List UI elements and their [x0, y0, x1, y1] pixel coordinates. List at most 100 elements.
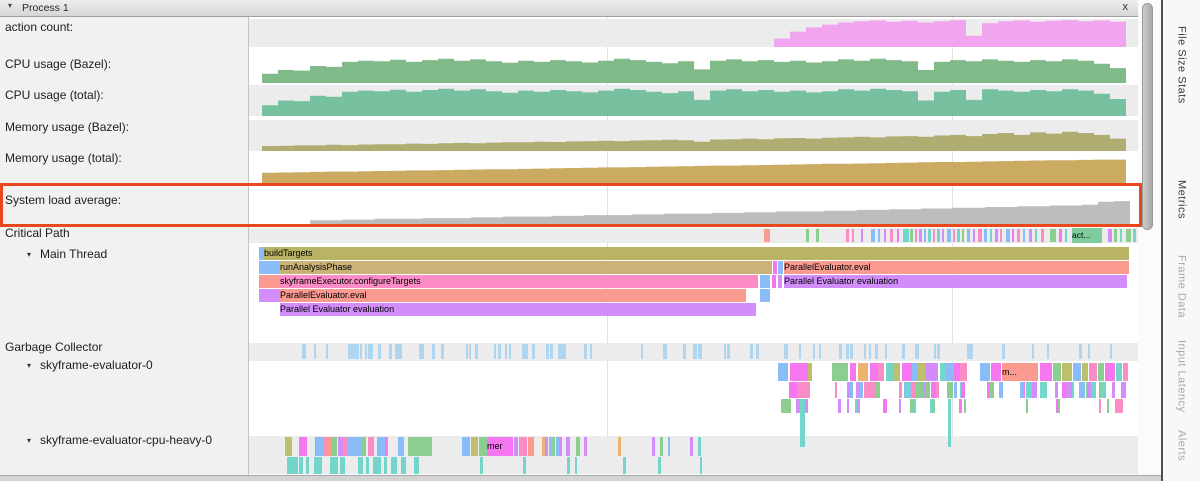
- flame-segment[interactable]: runAnalysisPhase: [280, 261, 772, 274]
- slice-tick: [559, 437, 562, 456]
- critical-path-tick: [861, 229, 863, 242]
- slice-tick: [987, 382, 989, 398]
- collapse-arrow-icon[interactable]: ▾: [27, 436, 31, 445]
- evaluator0-slice[interactable]: [926, 363, 938, 381]
- slice-tick: [494, 344, 496, 359]
- critical-path-slice-act[interactable]: act...: [1072, 228, 1102, 243]
- evaluator0-slice[interactable]: [918, 363, 926, 381]
- flame-segment[interactable]: [778, 275, 782, 288]
- evaluator0-slice[interactable]: [850, 363, 856, 381]
- track-label-main-thread[interactable]: ▾Main Thread: [27, 247, 107, 261]
- evaluator0-slice[interactable]: [1073, 363, 1081, 381]
- evaluator0-slice[interactable]: [894, 363, 900, 381]
- cpu-heavy-slice[interactable]: [528, 437, 534, 456]
- cpu-heavy-slice[interactable]: [471, 437, 478, 456]
- cpu-heavy-slice[interactable]: [668, 437, 670, 456]
- tab-input-latency[interactable]: Input Latency: [1163, 340, 1200, 413]
- flame-segment[interactable]: [772, 275, 776, 288]
- slice-tick: [1099, 399, 1101, 413]
- evaluator0-slice[interactable]: [902, 363, 912, 381]
- critical-path-tick: [1041, 229, 1044, 242]
- evaluator0-slice[interactable]: [886, 363, 894, 381]
- flame-segment[interactable]: buildTargets: [264, 247, 1129, 260]
- cpu-heavy-slice[interactable]: [408, 437, 432, 456]
- tab-frame-data[interactable]: Frame Data: [1163, 255, 1200, 318]
- vertical-scrollbar[interactable]: [1138, 0, 1161, 475]
- flame-segment[interactable]: [778, 261, 783, 274]
- area-chart-cpu-usage-total-: [262, 89, 1126, 116]
- evaluator0-slice[interactable]: [1040, 363, 1052, 381]
- evaluator0-slice[interactable]: [946, 363, 954, 381]
- flame-segment[interactable]: [773, 261, 777, 274]
- slice-tick: [819, 344, 821, 359]
- evaluator0-slice[interactable]: [1082, 363, 1088, 381]
- track-label-system-load-average-: System load average:: [5, 193, 121, 207]
- evaluator0-slice[interactable]: [858, 363, 868, 381]
- process-collapse-icon[interactable]: ▾: [8, 1, 12, 10]
- track-label-cpu-usage-bazel-: CPU usage (Bazel):: [5, 57, 111, 71]
- area-chart-memory-usage-bazel-: [262, 132, 1126, 151]
- evaluator0-slice-m[interactable]: m...: [1002, 363, 1038, 381]
- slice-label: m...: [1002, 367, 1017, 377]
- flame-segment[interactable]: ParallelEvaluator.eval: [280, 289, 746, 302]
- cpu-heavy-slice[interactable]: [660, 437, 663, 456]
- slice-tick: [781, 399, 791, 413]
- timeline-canvas[interactable]: act... buildTargetsrunAnalysisPhase Parall…: [249, 17, 1138, 475]
- evaluator0-slice[interactable]: [778, 363, 788, 381]
- cpu-heavy-slice[interactable]: [690, 437, 693, 456]
- evaluator0-slice[interactable]: [960, 363, 967, 381]
- critical-path-strip[interactable]: [249, 228, 1138, 243]
- track-label-skyframe-evaluator-cpu-heavy-0[interactable]: ▾skyframe-evaluator-cpu-heavy-0: [27, 433, 212, 447]
- critical-path-tick: [915, 229, 917, 242]
- cpu-heavy-slice[interactable]: [519, 437, 527, 456]
- evaluator0-slice[interactable]: [1105, 363, 1115, 381]
- track-label-text: Memory usage (total):: [5, 151, 122, 165]
- slice-tick: [1040, 382, 1045, 398]
- flame-segment[interactable]: [259, 275, 280, 288]
- flame-segment[interactable]: ParallelEvaluator.eval: [784, 261, 1129, 274]
- evaluator0-slice[interactable]: [1062, 363, 1072, 381]
- evaluator0-slice[interactable]: [1098, 363, 1104, 381]
- cpu-heavy-slice[interactable]: [514, 437, 518, 456]
- evaluator0-slice[interactable]: [878, 363, 884, 381]
- slice-tick: [314, 344, 316, 359]
- evaluator0-slice[interactable]: [808, 363, 812, 381]
- evaluator0-slice[interactable]: [832, 363, 848, 381]
- evaluator0-slice[interactable]: [1116, 363, 1122, 381]
- vertical-scrollbar-thumb[interactable]: [1142, 3, 1153, 230]
- cpu-heavy-slice[interactable]: [462, 437, 470, 456]
- cpu-heavy-slice[interactable]: [652, 437, 655, 456]
- slice-tick: [365, 344, 367, 359]
- cpu-heavy-slice[interactable]: [618, 437, 621, 456]
- evaluator0-slice[interactable]: [1089, 363, 1097, 381]
- cpu-heavy-slice-mer[interactable]: mer: [487, 437, 513, 456]
- tab-alerts[interactable]: Alerts: [1163, 430, 1200, 461]
- evaluator0-slice[interactable]: [790, 363, 808, 381]
- flame-segment[interactable]: [259, 289, 280, 302]
- track-label-skyframe-evaluator-0[interactable]: ▾skyframe-evaluator-0: [27, 358, 153, 372]
- flame-segment[interactable]: Parallel Evaluator evaluation: [784, 275, 1127, 288]
- tab-file-size-stats[interactable]: File Size Stats: [1163, 26, 1200, 104]
- slice-tick: [1107, 399, 1109, 413]
- evaluator0-slice[interactable]: [1123, 363, 1128, 381]
- tab-metrics[interactable]: Metrics: [1163, 180, 1200, 219]
- evaluator0-slice[interactable]: [1053, 363, 1061, 381]
- evaluator0-slice[interactable]: [870, 363, 878, 381]
- close-button[interactable]: x: [1123, 1, 1129, 13]
- cpu-heavy-slice[interactable]: [479, 437, 487, 456]
- flame-segment[interactable]: [760, 275, 770, 288]
- area-chart-cpu-usage-bazel-: [262, 59, 1126, 83]
- flame-segment[interactable]: [259, 261, 280, 274]
- cpu-heavy-slice[interactable]: [698, 437, 701, 456]
- critical-path-tick: [764, 229, 770, 242]
- flame-segment[interactable]: skyframeExecutor.configureTargets: [280, 275, 758, 288]
- horizontal-scrollbar[interactable]: [0, 475, 1161, 481]
- track-label-text: action count:: [5, 20, 73, 34]
- flame-segment[interactable]: [760, 289, 770, 302]
- flame-segment[interactable]: Parallel Evaluator evaluation: [280, 303, 756, 316]
- collapse-arrow-icon[interactable]: ▾: [27, 250, 31, 259]
- collapse-arrow-icon[interactable]: ▾: [27, 361, 31, 370]
- evaluator0-slice[interactable]: [991, 363, 1001, 381]
- evaluator0-slice[interactable]: [980, 363, 990, 381]
- critical-path-tick: [871, 229, 875, 242]
